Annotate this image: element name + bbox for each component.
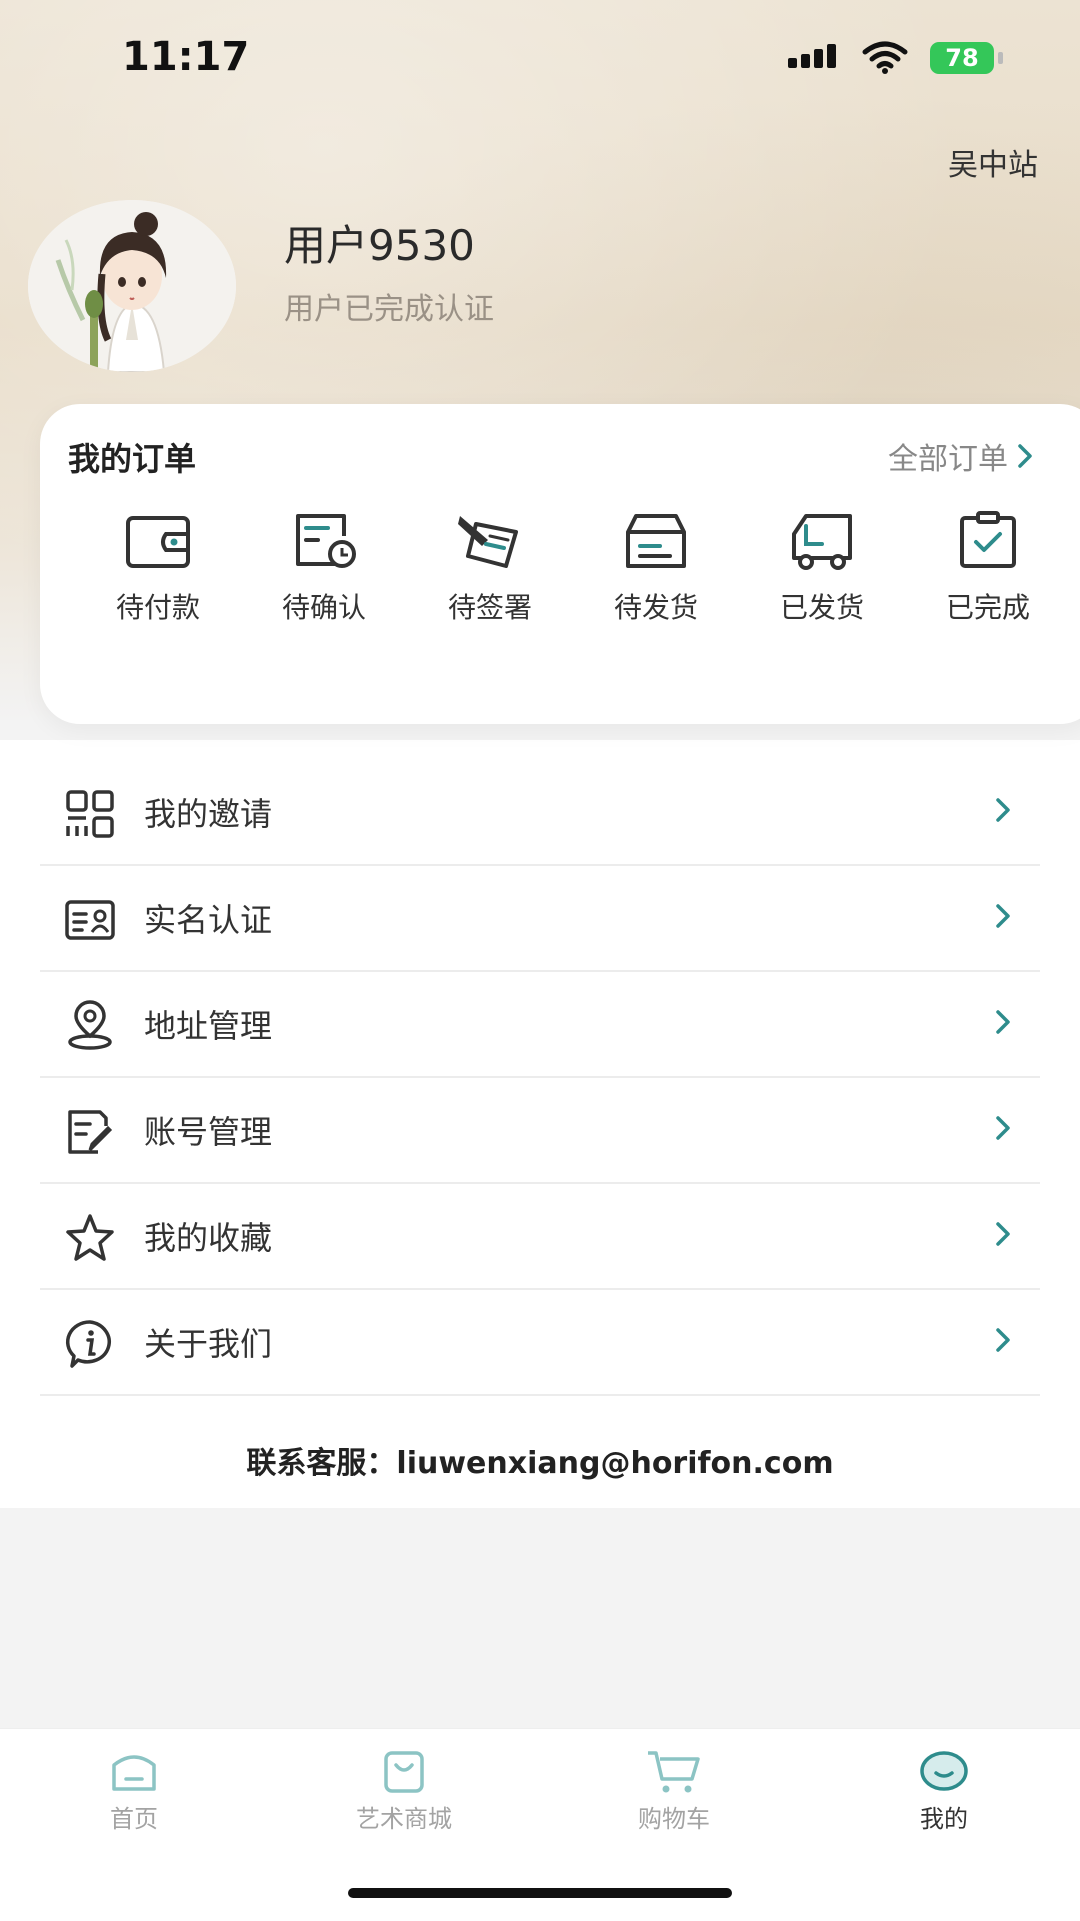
wifi-icon	[862, 41, 908, 74]
menu-item-label: 实名认证	[144, 901, 273, 939]
status-time: 11:17	[122, 34, 250, 80]
menu-item-address-management[interactable]: 地址管理	[40, 972, 1040, 1078]
order-item-label: 待确认	[281, 591, 366, 624]
tab-label: 艺术商城	[356, 1805, 452, 1833]
tab-label: 首页	[110, 1805, 158, 1833]
order-item-pending-confirm[interactable]: 待确认	[254, 510, 394, 626]
chevron-right-icon	[996, 1328, 1010, 1352]
order-item-completed[interactable]: 已完成	[918, 510, 1058, 626]
settings-menu: 我的邀请 实名认证 地址管理 账号管理 我的收藏 关于我们	[40, 760, 1040, 1396]
id-card-icon	[65, 900, 115, 940]
menu-item-label: 关于我们	[144, 1325, 273, 1363]
menu-item-account-management[interactable]: 账号管理	[40, 1078, 1040, 1184]
order-item-pending-ship[interactable]: 待发货	[586, 510, 726, 626]
order-status-row: 待付款 待确认 待签署 待发货 已发货 已完成	[88, 510, 1080, 650]
location-pin-icon	[68, 1000, 112, 1050]
status-bar: 11:17 78	[0, 0, 1080, 110]
wallet-icon	[126, 516, 190, 568]
tab-label: 我的	[920, 1805, 968, 1833]
signal-icon	[788, 44, 836, 68]
profile-face-icon	[920, 1751, 968, 1791]
order-item-pending-sign[interactable]: 待签署	[420, 510, 560, 626]
verification-status: 用户已完成认证	[284, 292, 494, 327]
box-icon	[626, 514, 686, 568]
menu-item-invitations[interactable]: 我的邀请	[40, 760, 1040, 866]
chevron-right-icon	[1018, 444, 1032, 468]
info-icon	[66, 1320, 111, 1368]
order-item-label: 已发货	[779, 591, 864, 624]
battery-indicator: 78	[930, 42, 994, 74]
chevron-right-icon	[996, 1010, 1010, 1034]
menu-item-label: 地址管理	[144, 1007, 273, 1045]
tab-label: 购物车	[638, 1805, 710, 1833]
menu-item-label: 我的邀请	[144, 795, 273, 833]
shopping-bag-icon	[384, 1751, 424, 1793]
home-icon	[112, 1755, 156, 1791]
chevron-right-icon	[996, 798, 1010, 822]
check-clipboard-icon	[960, 511, 1016, 568]
chevron-right-icon	[996, 1222, 1010, 1246]
menu-item-label: 账号管理	[144, 1113, 273, 1151]
menu-item-real-name-verification[interactable]: 实名认证	[40, 866, 1040, 972]
order-item-label: 待发货	[613, 591, 698, 624]
qr-grid-icon	[66, 790, 114, 838]
chevron-right-icon	[996, 1116, 1010, 1140]
station-selector[interactable]: 吴中站	[948, 140, 1038, 184]
avatar-illustration	[28, 200, 236, 372]
battery-cap	[998, 52, 1003, 64]
truck-icon	[792, 514, 852, 570]
orders-card: 我的订单 全部订单 待付款 待确认 待签署 待发货 已发货 已完成	[40, 404, 1080, 724]
order-item-pending-payment[interactable]: 待付款	[88, 510, 228, 626]
edit-document-icon	[68, 1110, 113, 1154]
order-item-shipped[interactable]: 已发货	[752, 510, 892, 626]
pending-clock-icon	[296, 514, 356, 568]
battery-level: 78	[945, 44, 979, 72]
tab-cart[interactable]: 购物车	[574, 1747, 774, 1834]
all-orders-label: 全部订单	[888, 442, 1008, 477]
orders-title: 我的订单	[68, 440, 197, 478]
order-item-label: 待付款	[115, 591, 200, 624]
tab-home[interactable]: 首页	[34, 1747, 234, 1834]
star-icon	[66, 1214, 114, 1261]
username: 用户9530	[284, 221, 475, 270]
menu-item-favorites[interactable]: 我的收藏	[40, 1184, 1040, 1290]
home-indicator	[348, 1888, 732, 1898]
menu-item-about-us[interactable]: 关于我们	[40, 1290, 1040, 1396]
tab-mine[interactable]: 我的	[844, 1747, 1044, 1834]
customer-service-contact: 联系客服：liuwenxiang@horifon.com	[246, 1446, 834, 1481]
signature-pen-icon	[458, 516, 518, 568]
avatar[interactable]	[28, 200, 236, 372]
menu-item-label: 我的收藏	[144, 1219, 273, 1257]
chevron-right-icon	[996, 904, 1010, 928]
order-item-label: 已完成	[945, 591, 1030, 624]
tab-art-mall[interactable]: 艺术商城	[304, 1747, 504, 1834]
cart-icon	[648, 1751, 700, 1793]
all-orders-link[interactable]: 全部订单	[888, 434, 1034, 478]
order-item-label: 待签署	[447, 591, 532, 624]
